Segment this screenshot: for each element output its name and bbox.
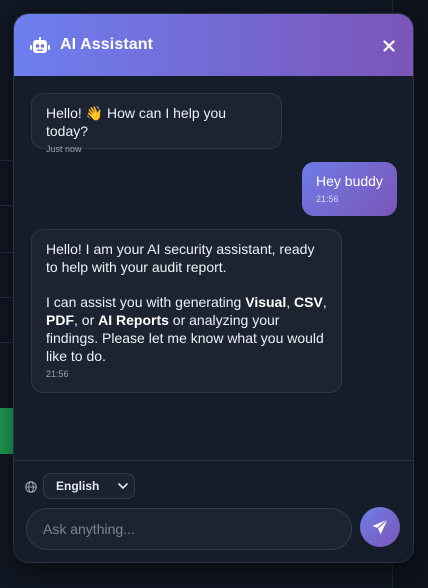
message-text: Hey buddy	[316, 173, 383, 189]
close-button[interactable]	[379, 36, 399, 56]
message-list: Hello! 👋 How can I help you today? Just …	[14, 76, 413, 460]
message-paragraph: Hello! I am your AI security assistant, …	[46, 241, 315, 275]
chat-header: AI Assistant	[14, 14, 413, 76]
background-divider	[0, 297, 14, 298]
close-icon	[383, 40, 395, 52]
language-select[interactable]: English	[43, 473, 135, 499]
language-selected: English	[56, 479, 100, 493]
background-green-element	[0, 408, 14, 454]
user-message: Hey buddy 21:56	[302, 162, 397, 216]
message-time: Just now	[46, 144, 82, 154]
background-divider	[0, 252, 14, 253]
chat-footer: English	[14, 460, 413, 562]
send-button[interactable]	[360, 507, 400, 547]
csv-report-label: CSV	[294, 294, 323, 310]
message-input[interactable]	[26, 508, 352, 550]
pdf-report-label: PDF	[46, 312, 74, 328]
message-time: 21:56	[46, 369, 69, 379]
send-icon	[372, 519, 388, 535]
assistant-message: Hello! I am your AI security assistant, …	[31, 229, 342, 393]
message-time: 21:56	[316, 194, 339, 204]
background-divider	[0, 160, 14, 161]
robot-icon	[30, 37, 50, 55]
chat-window: AI Assistant Hello! 👋 How can I help you…	[13, 13, 414, 563]
background-divider	[0, 342, 14, 343]
visual-report-label: Visual	[245, 294, 287, 310]
message-paragraph: I can assist you with generating Visual,…	[46, 294, 327, 364]
message-text: Hello! 👋 How can I help you today?	[46, 105, 227, 139]
assistant-message: Hello! 👋 How can I help you today? Just …	[31, 93, 282, 154]
chevron-down-icon	[118, 483, 128, 489]
background-divider	[0, 205, 14, 206]
ai-reports-label: AI Reports	[98, 312, 169, 328]
globe-icon	[25, 480, 37, 493]
chat-title: AI Assistant	[60, 36, 154, 53]
